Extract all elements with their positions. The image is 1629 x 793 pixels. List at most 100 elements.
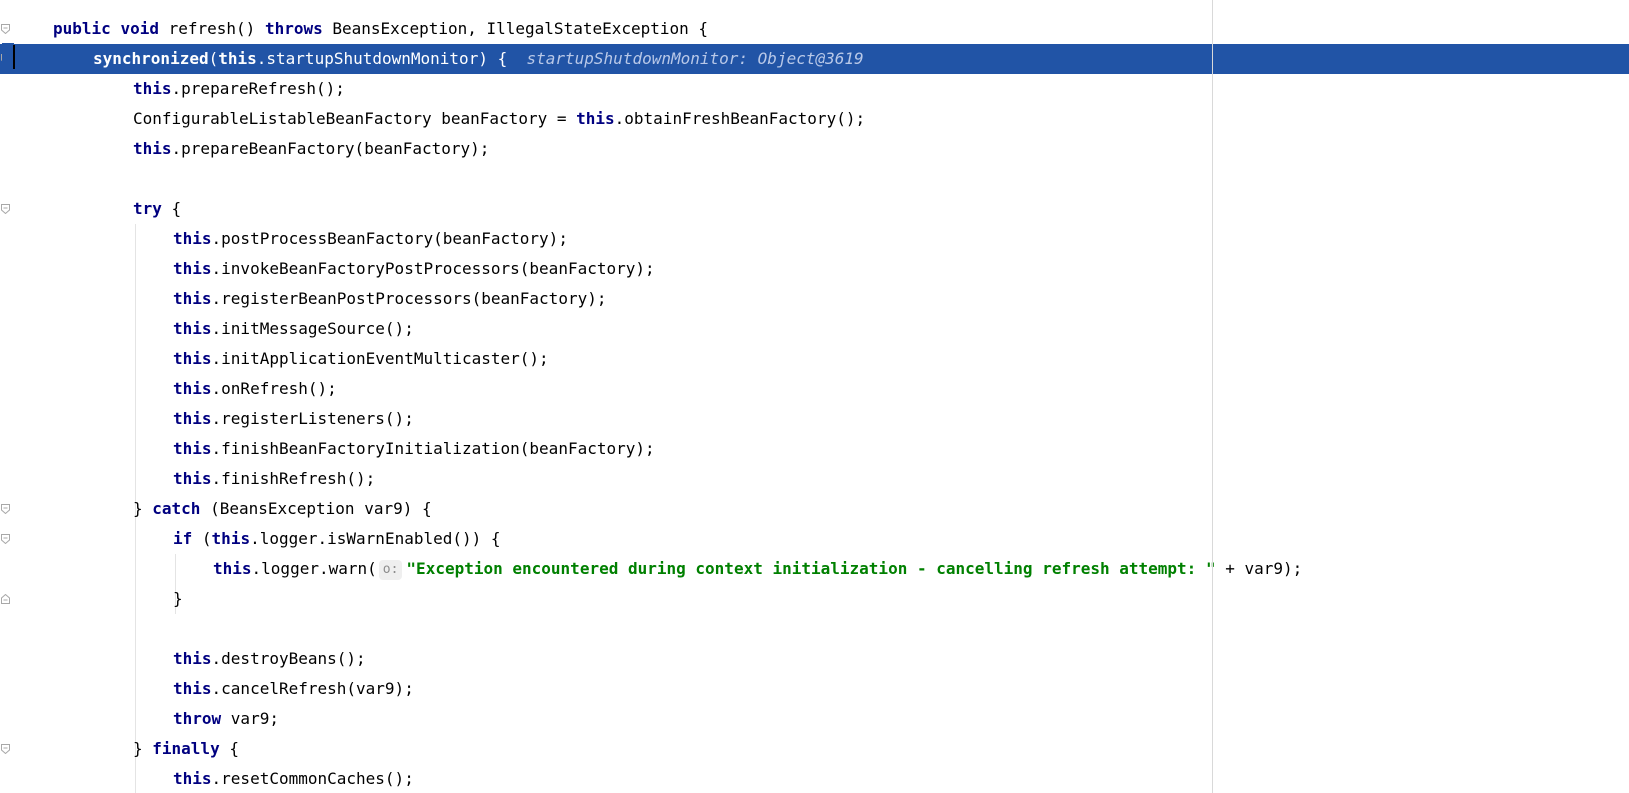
- code-line[interactable]: try {: [0, 194, 1629, 224]
- line-content: this.prepareBeanFactory(beanFactory);: [133, 134, 489, 164]
- code-token: .initMessageSource();: [211, 319, 414, 338]
- keyword-token: this: [173, 229, 212, 248]
- string-literal: "Exception encountered during context in…: [406, 559, 1216, 578]
- keyword-token: throw: [173, 709, 231, 728]
- fold-open-icon[interactable]: [1, 24, 10, 34]
- code-line[interactable]: } catch (BeansException var9) {: [0, 494, 1629, 524]
- code-line[interactable]: this.initApplicationEventMulticaster();: [0, 344, 1629, 374]
- code-line[interactable]: ConfigurableListableBeanFactory beanFact…: [0, 104, 1629, 134]
- code-editor[interactable]: public void refresh() throws BeansExcept…: [0, 0, 1629, 793]
- keyword-token: this: [576, 109, 615, 128]
- code-line[interactable]: this.registerListeners();: [0, 404, 1629, 434]
- code-token: BeansException, IllegalStateException {: [332, 19, 709, 38]
- code-line[interactable]: throw var9;: [0, 704, 1629, 734]
- code-line[interactable]: this.finishBeanFactoryInitialization(bea…: [0, 434, 1629, 464]
- code-token: {: [171, 199, 182, 218]
- code-token: .postProcessBeanFactory(beanFactory);: [211, 229, 568, 248]
- code-token: (: [201, 529, 212, 548]
- code-token: .logger.isWarnEnabled()) {: [250, 529, 501, 548]
- fold-open-icon[interactable]: [1, 534, 10, 544]
- line-content: public void refresh() throws BeansExcept…: [53, 14, 708, 44]
- code-token: }: [133, 739, 153, 758]
- keyword-token: this: [133, 79, 172, 98]
- code-token: ConfigurableListableBeanFactory beanFact…: [133, 109, 577, 128]
- code-line[interactable]: }: [0, 584, 1629, 614]
- code-token: .invokeBeanFactoryPostProcessors(beanFac…: [211, 259, 655, 278]
- code-token: .finishBeanFactoryInitialization(beanFac…: [211, 439, 655, 458]
- code-token: (: [208, 49, 219, 68]
- code-token: var9;: [230, 709, 279, 728]
- code-line[interactable]: this.prepareRefresh();: [0, 74, 1629, 104]
- line-content: } finally {: [133, 734, 239, 764]
- code-token: (BeansException var9) {: [210, 499, 432, 518]
- code-token: }: [173, 589, 183, 608]
- code-token: .initApplicationEventMulticaster();: [211, 349, 549, 368]
- code-line[interactable]: this.postProcessBeanFactory(beanFactory)…: [0, 224, 1629, 254]
- code-line[interactable]: this.logger.warn(o: "Exception encountere…: [0, 554, 1629, 584]
- keyword-token: this: [173, 319, 212, 338]
- code-line[interactable]: this.cancelRefresh(var9);: [0, 674, 1629, 704]
- keyword-token: synchronized: [93, 49, 209, 68]
- code-line[interactable]: [0, 164, 1629, 194]
- code-token: .prepareRefresh();: [171, 79, 345, 98]
- line-content: }: [173, 584, 183, 614]
- code-token: .finishRefresh();: [211, 469, 376, 488]
- text-caret: [13, 45, 15, 69]
- fold-open-icon[interactable]: [1, 504, 10, 514]
- keyword-token: this: [173, 649, 212, 668]
- keyword-token: this: [211, 529, 251, 548]
- line-content: if (this.logger.isWarnEnabled()) {: [173, 524, 501, 554]
- line-content: try {: [133, 194, 181, 224]
- keyword-token: this: [218, 49, 257, 68]
- line-content: this.registerListeners();: [173, 404, 414, 434]
- code-line[interactable]: } finally {: [0, 734, 1629, 764]
- line-content: this.resetCommonCaches();: [173, 764, 414, 793]
- code-line[interactable]: this.invokeBeanFactoryPostProcessors(bea…: [0, 254, 1629, 284]
- current-execution-line[interactable]: synchronized(this.startupShutdownMonitor…: [0, 44, 1629, 74]
- code-line[interactable]: this.finishRefresh();: [0, 464, 1629, 494]
- line-content: this.invokeBeanFactoryPostProcessors(bea…: [173, 254, 655, 284]
- code-token: .registerBeanPostProcessors(beanFactory)…: [211, 289, 607, 308]
- code-line[interactable]: if (this.logger.isWarnEnabled()) {: [0, 524, 1629, 554]
- line-content: this.onRefresh();: [173, 374, 337, 404]
- code-line[interactable]: public void refresh() throws BeansExcept…: [0, 14, 1629, 44]
- keyword-token: this: [173, 409, 212, 428]
- keyword-token: if: [173, 529, 202, 548]
- code-line[interactable]: this.destroyBeans();: [0, 644, 1629, 674]
- keyword-token: this: [173, 379, 212, 398]
- code-line[interactable]: this.resetCommonCaches();: [0, 764, 1629, 793]
- code-token: .logger.warn(: [251, 559, 377, 578]
- keyword-token: catch: [152, 499, 211, 518]
- parameter-name-hint: o:: [378, 560, 403, 580]
- code-token: .obtainFreshBeanFactory();: [614, 109, 866, 128]
- line-content: this.finishBeanFactoryInitialization(bea…: [173, 434, 655, 464]
- code-line[interactable]: this.prepareBeanFactory(beanFactory);: [0, 134, 1629, 164]
- line-content: throw var9;: [173, 704, 279, 734]
- keyword-token: try: [133, 199, 172, 218]
- keyword-token: this: [173, 349, 212, 368]
- line-content: synchronized(this.startupShutdownMonitor…: [93, 44, 864, 74]
- line-content: this.initMessageSource();: [173, 314, 414, 344]
- keyword-token: this: [173, 439, 212, 458]
- fold-close-icon[interactable]: [1, 594, 10, 604]
- code-token: .destroyBeans();: [211, 649, 366, 668]
- line-content: this.postProcessBeanFactory(beanFactory)…: [173, 224, 568, 254]
- line-content: } catch (BeansException var9) {: [133, 494, 432, 524]
- line-content: this.cancelRefresh(var9);: [173, 674, 414, 704]
- code-line[interactable]: this.initMessageSource();: [0, 314, 1629, 344]
- code-token: {: [229, 739, 239, 758]
- fold-open-icon[interactable]: [1, 744, 10, 754]
- code-token: .startupShutdownMonitor) {: [256, 49, 527, 68]
- code-token: .prepareBeanFactory(beanFactory);: [171, 139, 490, 158]
- code-line[interactable]: this.onRefresh();: [0, 374, 1629, 404]
- keyword-token: this: [133, 139, 172, 158]
- fold-open-icon[interactable]: [1, 204, 10, 214]
- code-token: .onRefresh();: [211, 379, 337, 398]
- line-content: this.destroyBeans();: [173, 644, 366, 674]
- keyword-token: this: [173, 679, 212, 698]
- code-token: + var9);: [1215, 559, 1303, 578]
- code-line[interactable]: this.registerBeanPostProcessors(beanFact…: [0, 284, 1629, 314]
- code-token: refresh(): [168, 19, 265, 38]
- keyword-token: this: [173, 469, 212, 488]
- code-line[interactable]: [0, 614, 1629, 644]
